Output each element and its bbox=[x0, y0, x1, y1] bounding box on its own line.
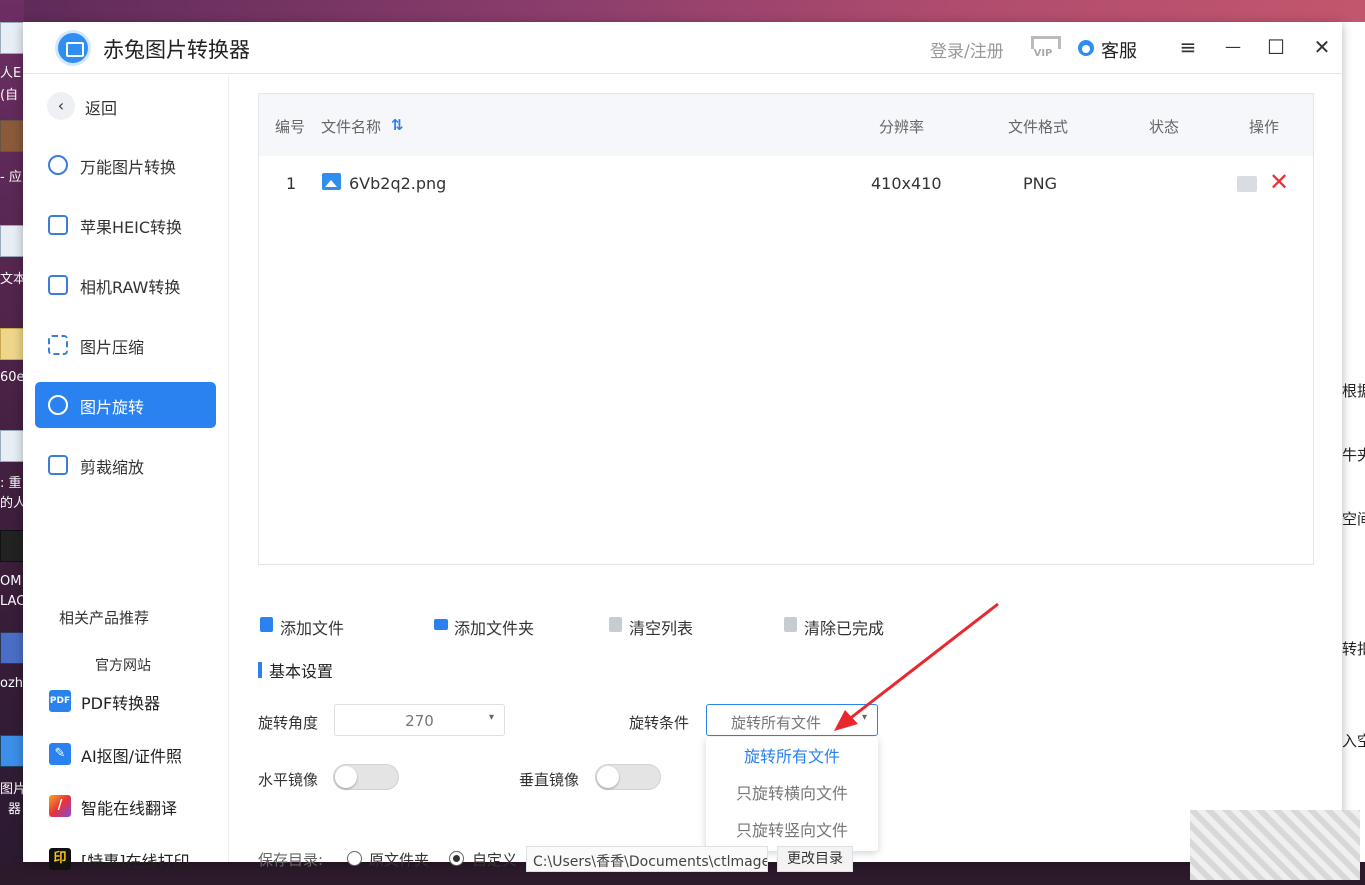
annotation-arrow bbox=[834, 602, 999, 731]
